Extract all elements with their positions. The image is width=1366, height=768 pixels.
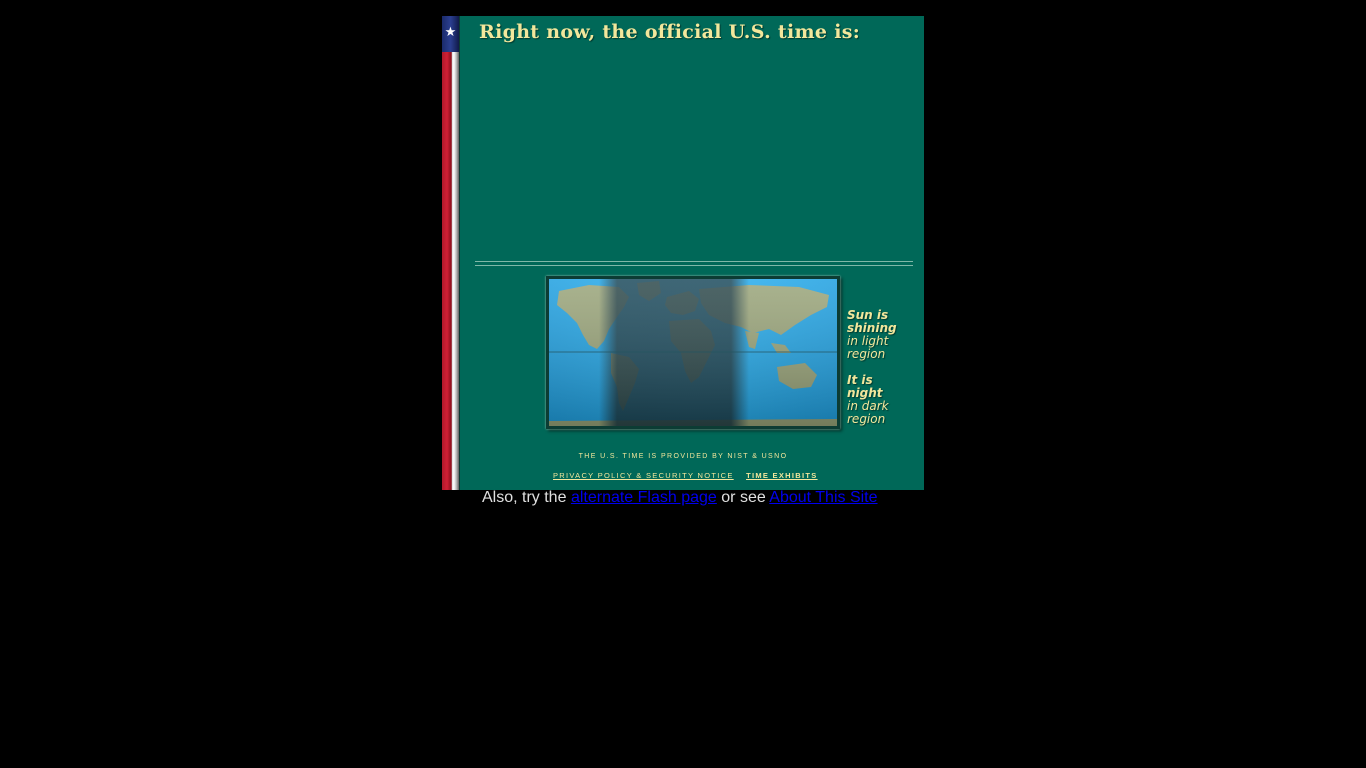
credit-text: The U.S. time is provided by NIST & USNO <box>578 453 788 460</box>
divider <box>475 261 913 266</box>
day-night-map <box>546 276 840 429</box>
footer-middle: or see <box>721 489 766 506</box>
about-site-link[interactable]: About This Site <box>769 489 877 506</box>
footer-prefix: Also, try the <box>482 489 567 506</box>
star-icon: ★ <box>444 24 457 39</box>
legend-dark-text: in dark region <box>847 399 889 426</box>
privacy-policy-link[interactable]: Privacy Policy & Security Notice <box>553 471 734 480</box>
time-exhibits-link[interactable]: Time Exhibits <box>746 471 818 480</box>
legend-dark-title: It is night <box>847 373 883 400</box>
flash-page-link[interactable]: alternate Flash page <box>571 489 717 506</box>
page-title: Right now, the official U.S. time is: <box>479 21 861 43</box>
time-panel: ★ Right now, the official U.S. time is: <box>442 16 924 490</box>
pole-edge <box>459 16 460 490</box>
flag-pole-stripe <box>442 16 459 490</box>
footer-links: Privacy Policy & Security Notice Time Ex… <box>553 471 818 480</box>
alternate-links-line: Also, try the alternate Flash page or se… <box>482 489 878 507</box>
flag-canton: ★ <box>442 16 459 52</box>
legend-light-text: in light region <box>847 334 889 361</box>
world-map-icon <box>549 279 837 426</box>
legend-light-title: Sun is shining <box>847 308 897 335</box>
map-legend: Sun is shining in light region It is nig… <box>847 309 907 426</box>
